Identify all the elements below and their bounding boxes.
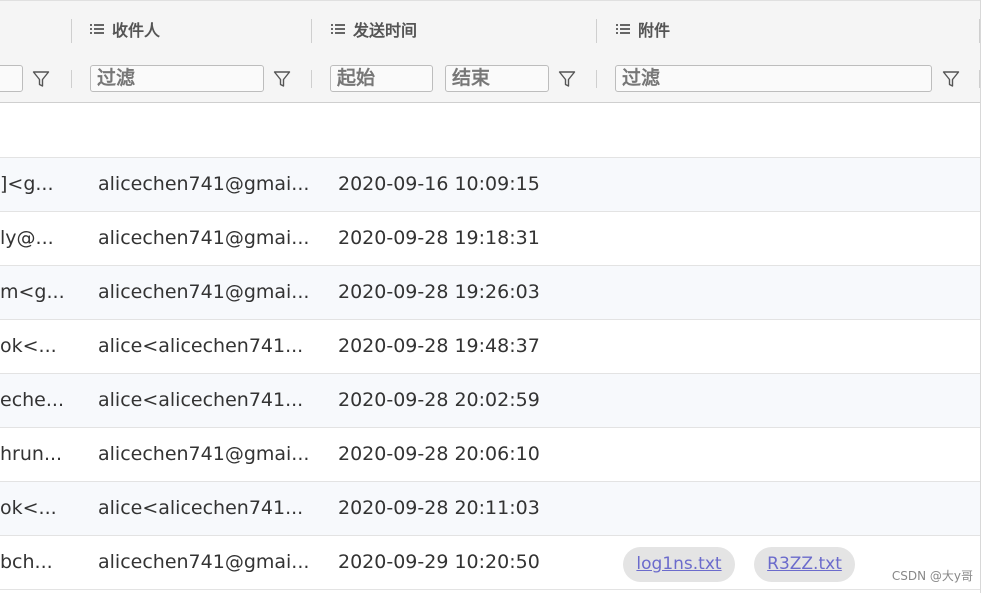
filter-icon[interactable] (558, 70, 576, 88)
table-row[interactable]: hrun... alicechen741@gmai... 2020-09-28 … (0, 428, 981, 482)
sender-cell: ly@... (0, 227, 54, 249)
table-row[interactable]: ok<... alice<alicechen741... 2020-09-28 … (0, 320, 981, 374)
sender-cell: eche... (0, 389, 64, 411)
sender-cell: ok<... (0, 335, 57, 357)
sent-time-cell: 2020-09-28 19:26:03 (338, 281, 540, 303)
recipient-cell: alicechen741@gmai... (98, 281, 310, 303)
filter-separator (71, 70, 72, 88)
attachment-filter-placeholder: 过滤 (622, 67, 661, 89)
sender-cell: hrun... (0, 443, 63, 465)
list-icon (331, 23, 345, 34)
grid-right-border (980, 0, 981, 593)
table-row[interactable]: bch... alicechen741@gmai... 2020-09-29 1… (0, 536, 981, 590)
column-header-label: 收件人 (112, 20, 161, 40)
recipient-cell: alicechen741@gmai... (98, 443, 310, 465)
mail-table: 收件人 发送时间 附件 过滤 起始 结束 过滤]<g... alicechen… (0, 0, 987, 593)
attachment-chip[interactable]: R3ZZ.txt (754, 547, 855, 582)
sender-cell: ok<... (0, 497, 57, 519)
sent-time-cell: 2020-09-16 10:09:15 (338, 173, 540, 195)
filter-separator (311, 70, 312, 88)
recipient-cell: alice<alicechen741... (98, 389, 304, 411)
sender-cell: m<g... (0, 281, 65, 303)
sent-time-cell: 2020-09-28 19:48:37 (338, 335, 540, 357)
table-row[interactable]: eche... alice<alicechen741... 2020-09-28… (0, 374, 981, 428)
recipient-cell: alicechen741@gmai... (98, 173, 310, 195)
start-time-placeholder: 起始 (337, 67, 376, 89)
recipient-cell: alice<alicechen741... (98, 497, 304, 519)
sender-cell: ]<g... (0, 173, 54, 195)
empty-row (0, 103, 981, 158)
start-time-input[interactable]: 起始 (330, 65, 433, 92)
filter-icon[interactable] (32, 70, 50, 88)
attachment-chip[interactable]: log1ns.txt (623, 547, 735, 582)
column-header-label: 发送时间 (353, 20, 418, 40)
end-time-input[interactable]: 结束 (445, 65, 549, 92)
table-row[interactable]: ly@... alicechen741@gmai... 2020-09-28 1… (0, 212, 981, 266)
recipient-filter-placeholder: 过滤 (97, 67, 136, 89)
column-header-label: 附件 (638, 20, 671, 40)
sender-filter-input[interactable] (0, 65, 23, 92)
sent-time-cell: 2020-09-28 19:18:31 (338, 227, 540, 249)
table-row[interactable]: ]<g... alicechen741@gmai... 2020-09-16 1… (0, 158, 981, 212)
sent-time-cell: 2020-09-28 20:11:03 (338, 497, 540, 519)
column-header-sent-time[interactable]: 发送时间 (331, 1, 417, 56)
recipient-cell: alice<alicechen741... (98, 335, 304, 357)
filter-icon[interactable] (942, 70, 960, 88)
table-row[interactable]: m<g... alicechen741@gmai... 2020-09-28 1… (0, 266, 981, 320)
sent-time-cell: 2020-09-28 20:02:59 (338, 389, 540, 411)
column-separator[interactable] (311, 19, 312, 43)
sender-cell: bch... (0, 551, 53, 573)
filter-row: 过滤 起始 结束 过滤 (0, 56, 981, 103)
recipient-filter-input[interactable]: 过滤 (90, 65, 264, 92)
column-separator[interactable] (596, 19, 597, 43)
sent-time-cell: 2020-09-28 20:06:10 (338, 443, 540, 465)
end-time-placeholder: 结束 (452, 67, 491, 89)
column-separator[interactable] (71, 19, 72, 43)
column-header-recipient[interactable]: 收件人 (90, 1, 160, 56)
filter-separator (596, 70, 597, 88)
list-icon (616, 23, 630, 34)
recipient-cell: alicechen741@gmai... (98, 551, 310, 573)
filter-icon[interactable] (273, 70, 291, 88)
attachment-filter-input[interactable]: 过滤 (615, 65, 932, 92)
table-row[interactable]: ok<... alice<alicechen741... 2020-09-28 … (0, 482, 981, 536)
column-header-attachment[interactable]: 附件 (616, 1, 670, 56)
table-body: ]<g... alicechen741@gmai... 2020-09-16 1… (0, 103, 981, 590)
table-header: 收件人 发送时间 附件 (0, 0, 981, 57)
sent-time-cell: 2020-09-29 10:20:50 (338, 551, 540, 573)
watermark: CSDN @大y哥 (891, 569, 973, 583)
recipient-cell: alicechen741@gmai... (98, 227, 310, 249)
list-icon (90, 23, 104, 34)
